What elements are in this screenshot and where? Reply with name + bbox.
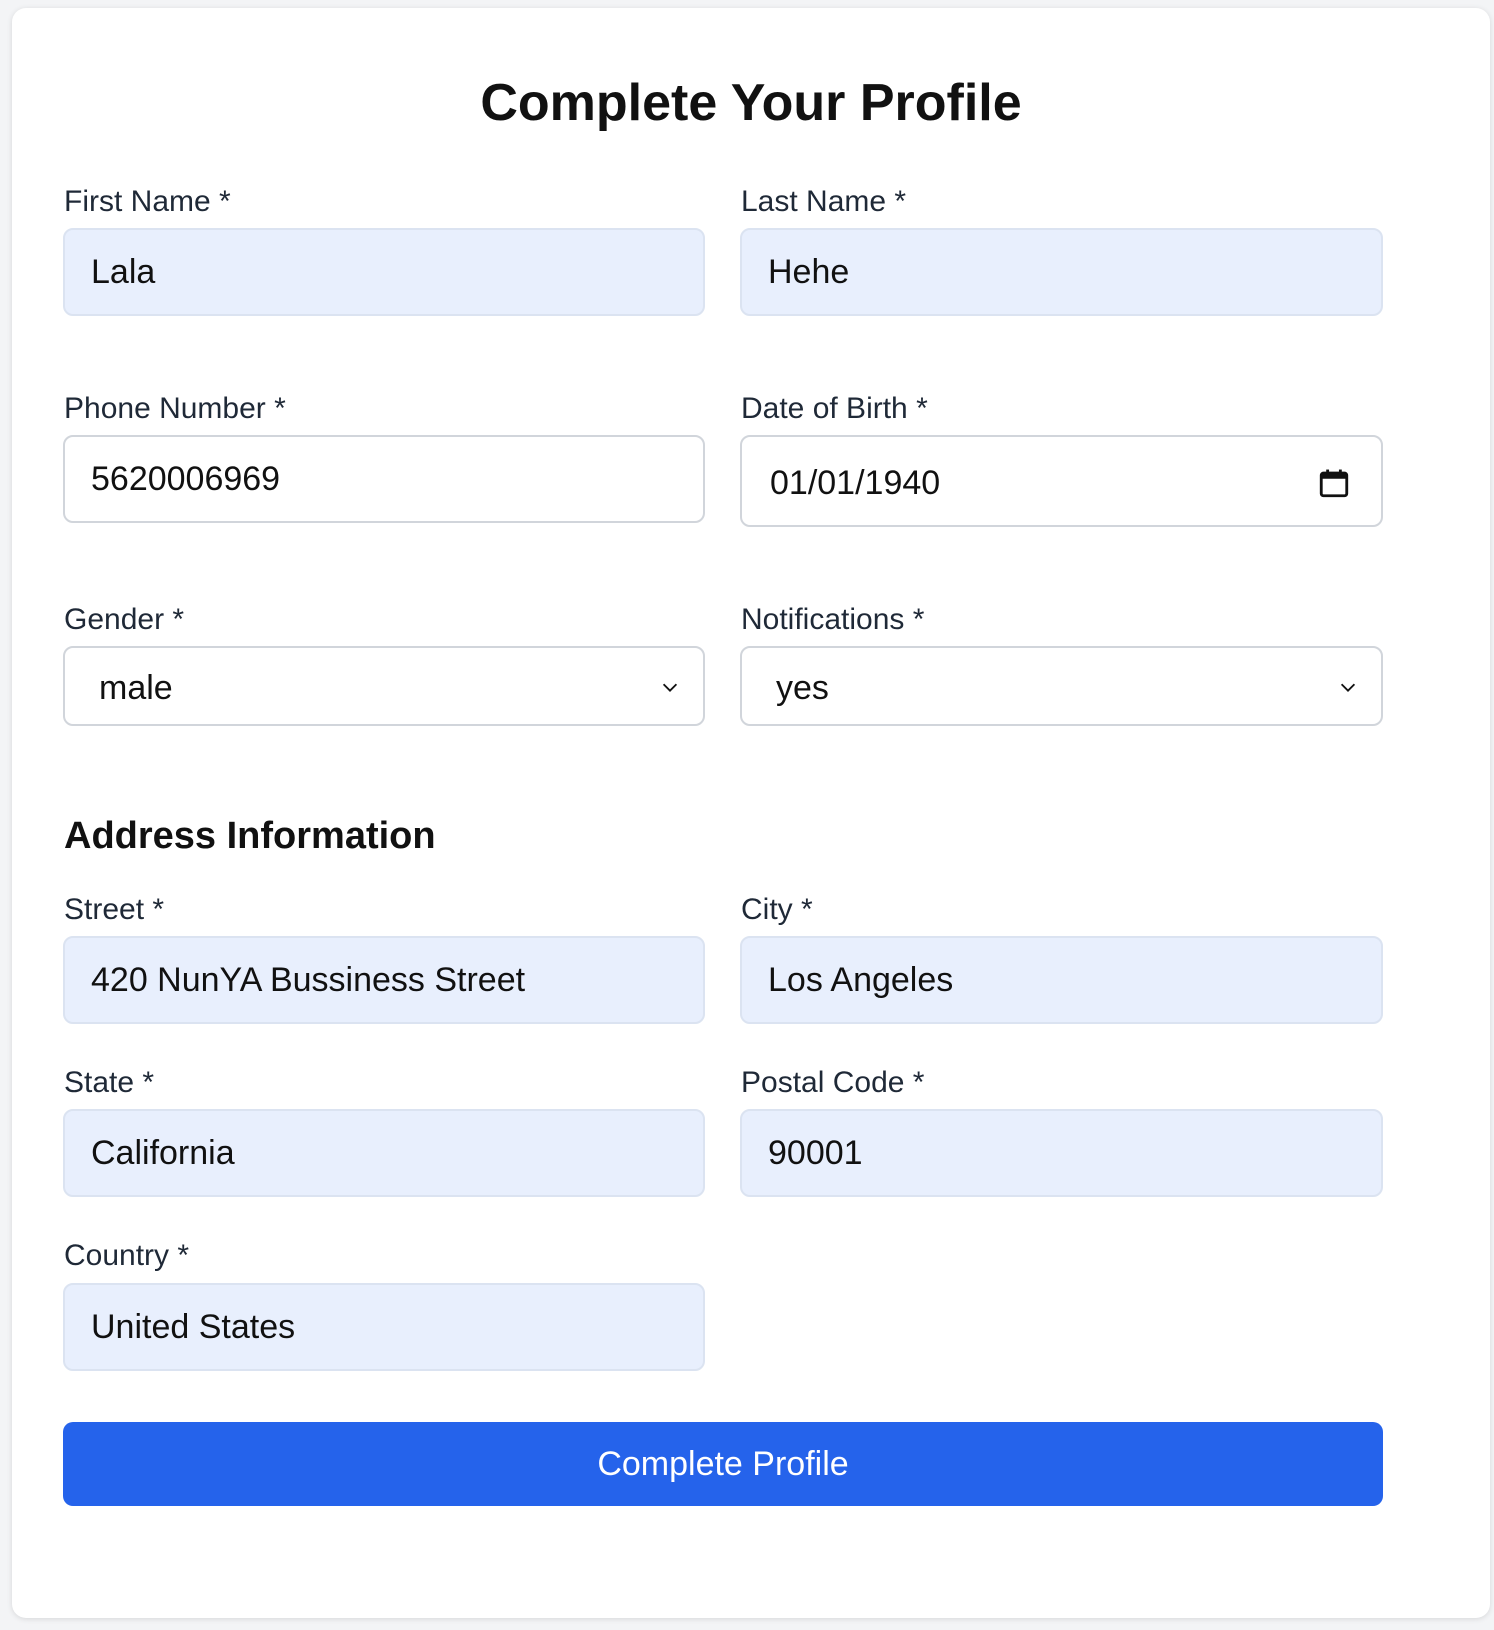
first-name-input[interactable] bbox=[63, 228, 705, 316]
notifications-selected-value: yes bbox=[776, 669, 829, 707]
calendar-icon[interactable] bbox=[1317, 466, 1351, 500]
street-input[interactable] bbox=[63, 936, 705, 1024]
postal-code-label: Postal Code * bbox=[741, 1066, 925, 1099]
gender-selected-value: male bbox=[99, 669, 173, 707]
notifications-select[interactable]: yes bbox=[740, 646, 1383, 726]
street-label: Street * bbox=[64, 893, 165, 926]
last-name-label: Last Name * bbox=[741, 185, 907, 218]
notifications-label: Notifications * bbox=[741, 603, 925, 636]
phone-number-label: Phone Number * bbox=[64, 392, 286, 425]
page-title: Complete Your Profile bbox=[480, 74, 1022, 132]
date-of-birth-label: Date of Birth * bbox=[741, 392, 928, 425]
gender-label: Gender * bbox=[64, 603, 185, 636]
phone-number-input[interactable] bbox=[63, 435, 705, 523]
profile-form-card: Complete Your Profile First Name * Last … bbox=[12, 8, 1490, 1618]
postal-code-input[interactable] bbox=[740, 1109, 1383, 1197]
chevron-down-icon bbox=[662, 683, 678, 692]
state-label: State * bbox=[64, 1066, 155, 1099]
country-label: Country * bbox=[64, 1239, 190, 1272]
date-of-birth-input[interactable]: 01/01/1940 bbox=[740, 435, 1383, 527]
gender-select[interactable]: male bbox=[63, 646, 705, 726]
date-of-birth-value: 01/01/1940 bbox=[770, 464, 941, 502]
state-input[interactable] bbox=[63, 1109, 705, 1197]
complete-profile-button[interactable]: Complete Profile bbox=[63, 1422, 1383, 1506]
city-input[interactable] bbox=[740, 936, 1383, 1024]
chevron-down-icon bbox=[1340, 683, 1356, 692]
last-name-input[interactable] bbox=[740, 228, 1383, 316]
city-label: City * bbox=[741, 893, 813, 926]
first-name-label: First Name * bbox=[64, 185, 231, 218]
country-input[interactable] bbox=[63, 1283, 705, 1371]
address-section-heading: Address Information bbox=[64, 815, 436, 857]
